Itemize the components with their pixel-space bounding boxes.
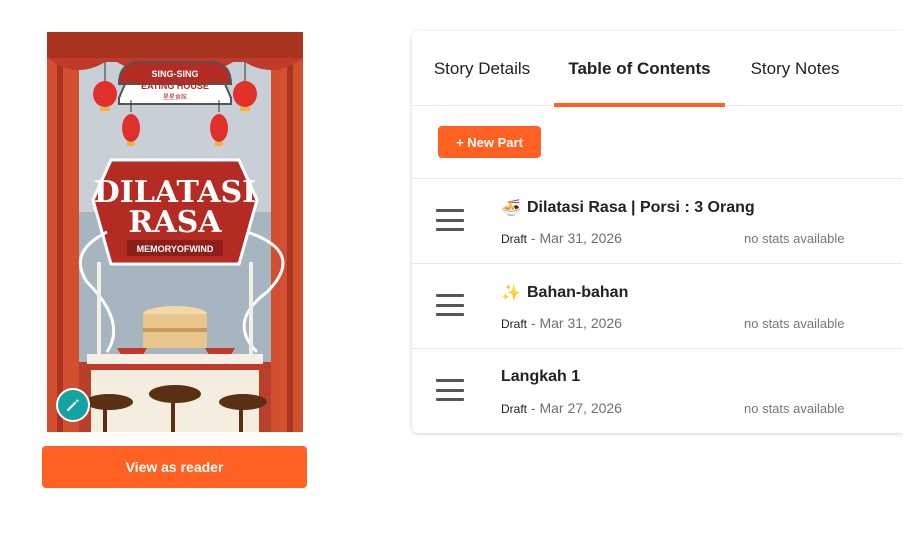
- list-item[interactable]: ✨ Bahan-bahan Draft - Mar 31, 2026 no st…: [412, 263, 903, 348]
- part-title[interactable]: ✨ Bahan-bahan: [501, 283, 628, 303]
- part-meta: Draft - Mar 31, 2026: [501, 230, 622, 246]
- drag-handle-icon[interactable]: [436, 379, 464, 401]
- tab-story-details[interactable]: Story Details: [412, 31, 552, 106]
- part-stats: no stats available: [744, 231, 845, 246]
- view-as-reader-button[interactable]: View as reader: [42, 446, 307, 488]
- part-date: Mar 31, 2026: [539, 230, 622, 246]
- tab-bar: Story Details Table of Contents Story No…: [412, 31, 903, 107]
- part-meta: Draft - Mar 31, 2026: [501, 315, 622, 331]
- cover-title-line2: RASA: [128, 205, 222, 240]
- part-stats: no stats available: [744, 401, 845, 416]
- noodle-bowl-icon: 🍜: [501, 200, 521, 217]
- part-meta: Draft - Mar 27, 2026: [501, 400, 622, 416]
- cover-illustration: SING-SING EATING HOUSE 星星食館 DILATASI RAS…: [47, 32, 303, 432]
- cover-sign-line2: EATING HOUSE: [141, 81, 209, 91]
- part-title[interactable]: Langkah 1: [501, 368, 580, 386]
- story-cover: SING-SING EATING HOUSE 星星食館 DILATASI RAS…: [47, 32, 303, 432]
- cover-author: MEMORYOFWIND: [137, 244, 214, 254]
- part-date: Mar 31, 2026: [539, 315, 622, 331]
- part-title[interactable]: 🍜 Dilatasi Rasa | Porsi : 3 Orang: [501, 198, 755, 218]
- drag-handle-icon[interactable]: [436, 209, 464, 231]
- tab-story-notes[interactable]: Story Notes: [735, 31, 855, 106]
- sparkles-icon: ✨: [501, 285, 521, 302]
- part-stats: no stats available: [744, 316, 845, 331]
- status-badge: Draft: [501, 317, 528, 331]
- edit-cover-button[interactable]: [56, 388, 90, 422]
- cover-sign-line3: 星星食館: [163, 93, 187, 101]
- story-editor-panel: Story Details Table of Contents Story No…: [412, 31, 903, 433]
- list-item[interactable]: 🍜 Dilatasi Rasa | Porsi : 3 Orang Draft …: [412, 178, 903, 263]
- meta-separator: -: [527, 230, 540, 246]
- part-title-text: Langkah 1: [501, 368, 581, 385]
- drag-handle-icon[interactable]: [436, 294, 464, 316]
- pencil-icon: [67, 399, 79, 411]
- parts-list: 🍜 Dilatasi Rasa | Porsi : 3 Orang Draft …: [412, 178, 903, 433]
- tab-table-of-contents[interactable]: Table of Contents: [554, 31, 725, 107]
- new-part-button[interactable]: + New Part: [438, 126, 541, 158]
- status-badge: Draft: [501, 232, 528, 246]
- status-badge: Draft: [501, 402, 528, 416]
- meta-separator: -: [527, 400, 540, 416]
- meta-separator: -: [527, 315, 540, 331]
- cover-sign-line1: SING-SING: [151, 69, 198, 79]
- part-date: Mar 27, 2026: [539, 400, 622, 416]
- list-item[interactable]: Langkah 1 Draft - Mar 27, 2026 no stats …: [412, 348, 903, 433]
- part-title-text: Dilatasi Rasa | Porsi : 3 Orang: [527, 199, 755, 216]
- part-title-text: Bahan-bahan: [527, 284, 629, 301]
